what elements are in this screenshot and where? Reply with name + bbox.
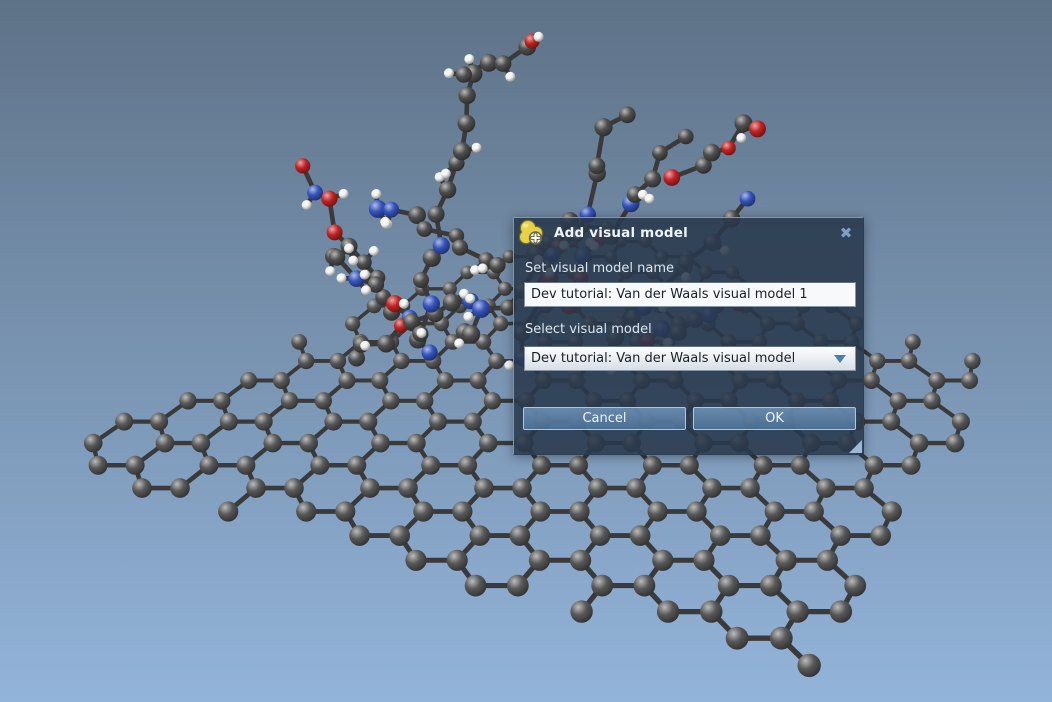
model-select-label: Select visual model bbox=[525, 322, 652, 337]
visual-model-name-input[interactable] bbox=[524, 282, 856, 307]
cancel-button[interactable]: Cancel bbox=[523, 407, 686, 430]
chevron-down-icon bbox=[834, 355, 846, 363]
close-icon[interactable]: ✖ bbox=[837, 221, 855, 243]
dialog-title: Add visual model bbox=[554, 218, 688, 248]
add-visual-model-dialog: Add visual model ✖ Set visual model name… bbox=[513, 217, 864, 455]
ok-button[interactable]: OK bbox=[693, 407, 856, 430]
visual-model-select-value: Dev tutorial: Van der Waals visual model bbox=[531, 347, 795, 370]
dialog-titlebar[interactable]: Add visual model ✖ bbox=[514, 218, 863, 248]
add-visual-model-icon bbox=[517, 219, 544, 246]
resize-grip-icon[interactable] bbox=[849, 440, 862, 453]
visual-model-select[interactable]: Dev tutorial: Van der Waals visual model bbox=[524, 346, 856, 371]
name-field-label: Set visual model name bbox=[525, 261, 674, 276]
